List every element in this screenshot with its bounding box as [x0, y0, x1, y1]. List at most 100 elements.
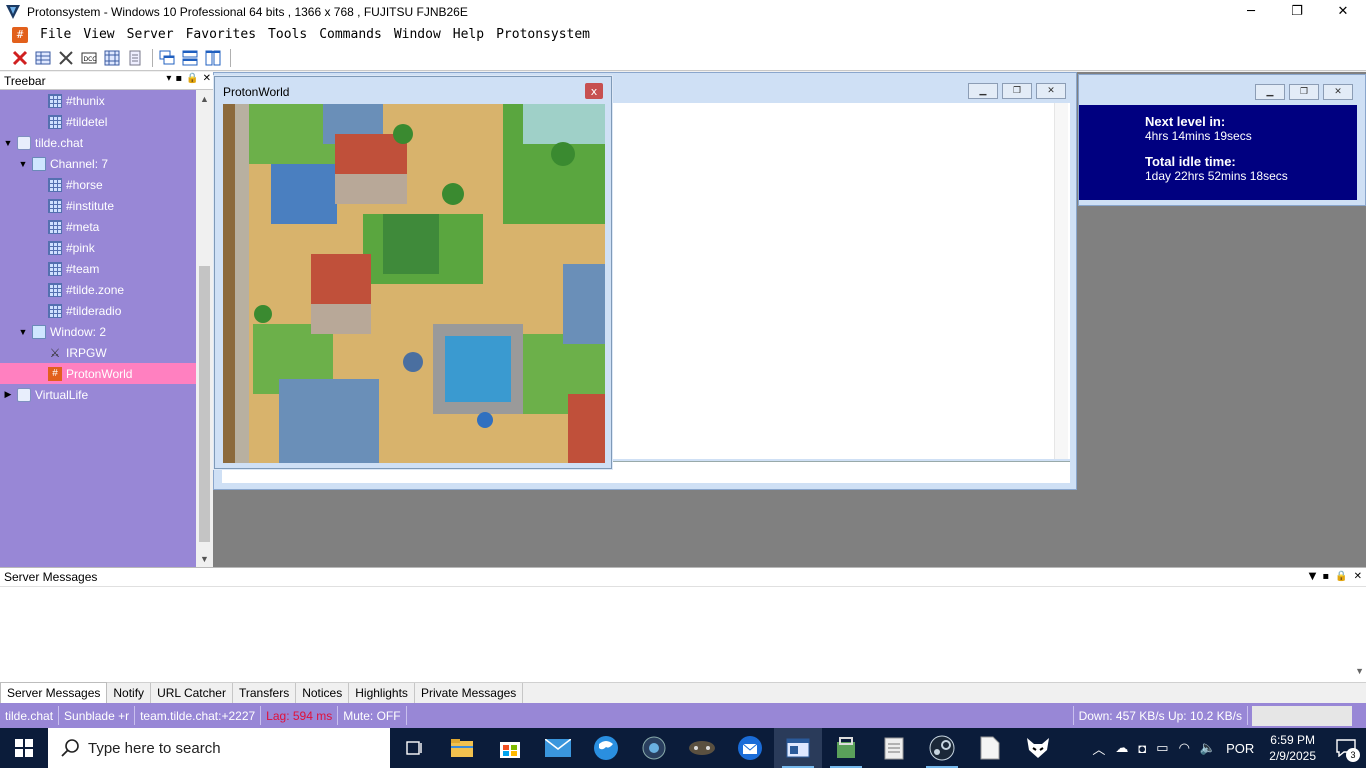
tree-item[interactable]: #thunix [0, 90, 196, 111]
tab-highlights[interactable]: Highlights [349, 683, 415, 703]
child-close-button[interactable]: ✕ [1036, 83, 1066, 99]
game-map-scene[interactable] [223, 104, 605, 463]
scripts-icon[interactable] [125, 48, 145, 68]
task-view-icon[interactable] [390, 728, 438, 768]
title-bar: Protonsystem - Windows 10 Professional 6… [0, 0, 1366, 23]
tree-item[interactable]: #institute [0, 195, 196, 216]
tree-item[interactable]: #tildetel [0, 111, 196, 132]
action-center-button[interactable]: 3 [1326, 728, 1366, 768]
idle-close-button[interactable]: ✕ [1323, 84, 1353, 100]
pane-dropdown-icon[interactable]: ▼ [1309, 571, 1317, 582]
fox-app-icon[interactable] [1014, 728, 1062, 768]
expand-arrow-icon[interactable]: ▼ [18, 327, 28, 337]
tree-item[interactable]: #horse [0, 174, 196, 195]
store-icon[interactable] [486, 728, 534, 768]
expand-arrow-icon[interactable]: ▼ [3, 138, 13, 148]
tile-vertical-icon[interactable] [203, 48, 223, 68]
mdi-child-hash-icon[interactable]: # [12, 26, 28, 43]
tree-item[interactable]: ⚔ IRPGW [0, 342, 196, 363]
tree-item[interactable]: ▼ Window: 2 [0, 321, 196, 342]
clock[interactable]: 6:59 PM 2/9/2025 [1259, 732, 1326, 764]
total-idle-label: Total idle time: [1145, 154, 1236, 169]
options-icon[interactable] [56, 48, 76, 68]
notepad-icon[interactable] [870, 728, 918, 768]
menu-help[interactable]: Help [447, 27, 490, 42]
tree-item[interactable]: ▶ VirtualLife [0, 384, 196, 405]
close-button[interactable]: ✕ [1320, 0, 1366, 23]
minimize-button[interactable]: ─ [1228, 0, 1274, 23]
restore-button[interactable]: ❐ [1274, 0, 1320, 23]
start-button[interactable] [0, 728, 48, 768]
tree-item[interactable]: # ProtonWorld [0, 363, 196, 384]
taskbar-search[interactable]: Type here to search [48, 728, 390, 768]
file-explorer-icon[interactable] [438, 728, 486, 768]
dcc-icon[interactable]: DCC [79, 48, 99, 68]
status-lag: Lag: 594 ms [261, 706, 339, 725]
pane-pin-icon[interactable]: ▪ [1322, 571, 1329, 582]
idle-status-window: ▁ ❐ ✕ Next level in: 4hrs 14mins 19secs … [1078, 74, 1366, 206]
pane-close-icon[interactable]: ✕ [1354, 571, 1362, 582]
tree-item[interactable]: ▼ tilde.chat [0, 132, 196, 153]
child-restore-button[interactable]: ❐ [1002, 83, 1032, 99]
channel-grid-icon[interactable] [102, 48, 122, 68]
tab-transfers[interactable]: Transfers [233, 683, 297, 703]
channel-scrollbar[interactable] [1054, 103, 1068, 459]
game-map[interactable] [223, 104, 605, 463]
scroll-up-icon[interactable]: ▲ [196, 90, 213, 107]
tile-horizontal-icon[interactable] [180, 48, 200, 68]
menu-file[interactable]: File [34, 27, 77, 42]
language-indicator[interactable]: POR [1221, 741, 1259, 756]
mail-icon[interactable] [534, 728, 582, 768]
security-shopping-icon[interactable] [822, 728, 870, 768]
treebar-scrollbar[interactable]: ▲ ▼ [196, 90, 213, 567]
pin-icon[interactable]: ▪ [175, 73, 182, 84]
tree-item[interactable]: #tilderadio [0, 300, 196, 321]
expand-arrow-icon[interactable]: ▼ [18, 159, 28, 169]
tab-private-messages[interactable]: Private Messages [415, 683, 524, 703]
tree-item[interactable]: ▼ Channel: 7 [0, 153, 196, 174]
menu-commands[interactable]: Commands [313, 27, 388, 42]
menu-protonsystem[interactable]: Protonsystem [490, 27, 596, 42]
cascade-icon[interactable] [157, 48, 177, 68]
onedrive-cloud-icon[interactable]: ☁ [1110, 740, 1133, 756]
idle-minimize-button[interactable]: ▁ [1255, 84, 1285, 100]
pane-lock-icon[interactable]: 🔒 [1335, 571, 1347, 582]
vpn-icon[interactable] [630, 728, 678, 768]
tree-item[interactable]: #tilde.zone [0, 279, 196, 300]
tree-item[interactable]: #meta [0, 216, 196, 237]
menu-favorites[interactable]: Favorites [180, 27, 262, 42]
menu-view[interactable]: View [77, 27, 120, 42]
scroll-down-icon[interactable]: ▼ [1355, 666, 1364, 676]
steam-icon[interactable] [918, 728, 966, 768]
tree-item[interactable]: #team [0, 258, 196, 279]
thunderbird-icon[interactable] [726, 728, 774, 768]
protonworld-close-button[interactable]: x [585, 83, 603, 99]
tab-notices[interactable]: Notices [296, 683, 350, 703]
treebar-dropdown-icon[interactable]: ▾ [166, 73, 171, 84]
menu-tools[interactable]: Tools [262, 27, 313, 42]
document-icon[interactable] [966, 728, 1014, 768]
lock-icon[interactable]: 🔒 [186, 73, 198, 84]
volume-icon[interactable]: 🔈 [1195, 740, 1221, 756]
battery-icon[interactable]: ▭ [1151, 740, 1173, 756]
tray-overflow-chevron-icon[interactable]: ︿ [1087, 739, 1110, 758]
channels-list-icon[interactable] [33, 48, 53, 68]
tree-item[interactable]: #pink [0, 237, 196, 258]
wifi-icon[interactable]: ◠ [1174, 740, 1195, 756]
scroll-down-icon[interactable]: ▼ [196, 550, 213, 567]
protonsystem-taskbar-icon[interactable] [774, 728, 822, 768]
collapse-arrow-icon[interactable]: ▶ [3, 389, 13, 400]
treebar-close-icon[interactable]: ✕ [203, 73, 211, 84]
tray-app-icon[interactable]: ◘ [1133, 741, 1151, 756]
tab-server-messages[interactable]: Server Messages [0, 682, 108, 703]
browser-icon[interactable] [582, 728, 630, 768]
scrollbar-thumb[interactable] [199, 266, 210, 542]
tab-url-catcher[interactable]: URL Catcher [151, 683, 233, 703]
menu-window[interactable]: Window [388, 27, 447, 42]
menu-server[interactable]: Server [121, 27, 180, 42]
game-app-icon[interactable] [678, 728, 726, 768]
idle-restore-button[interactable]: ❐ [1289, 84, 1319, 100]
disconnect-icon[interactable] [10, 48, 30, 68]
child-minimize-button[interactable]: ▁ [968, 83, 998, 99]
tab-notify[interactable]: Notify [107, 683, 152, 703]
